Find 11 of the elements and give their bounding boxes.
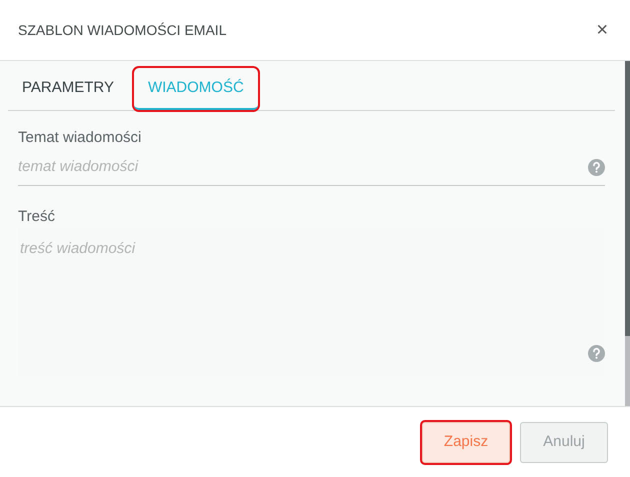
field-label: Temat wiadomości [18,128,142,148]
tab[interactable]: PARAMETRY [8,68,128,110]
save-button[interactable]: Zapisz [422,422,510,462]
help-icon[interactable] [588,345,605,362]
close-button[interactable]: × [596,20,608,40]
dialog-title: SZABLON WIADOMOŚCI EMAIL [18,20,226,40]
field-label: Treść [18,206,56,226]
help-icon[interactable] [588,158,605,176]
tab[interactable]: WIADOMOŚĆ [134,68,258,110]
cancel-button[interactable]: Anuluj [520,422,608,462]
scrollbar[interactable] [625,61,630,406]
